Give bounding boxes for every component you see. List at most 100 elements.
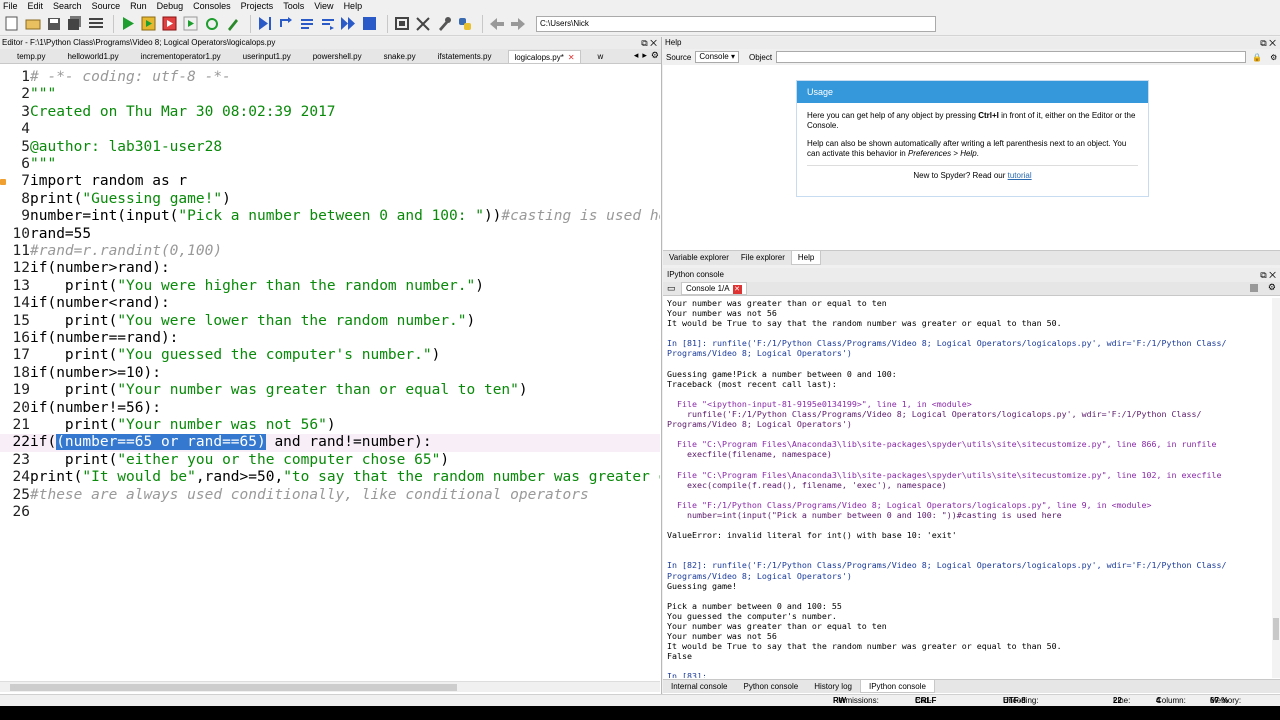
code-line: 15 print("You were lower than the random… bbox=[12, 312, 476, 329]
menu-run[interactable]: Run bbox=[130, 0, 147, 12]
help-title-bar: Help ⧉ ✕ bbox=[663, 37, 1280, 49]
tab-temp[interactable]: temp.py bbox=[12, 50, 50, 63]
warning-marker-icon[interactable] bbox=[0, 179, 6, 186]
menu-consoles[interactable]: Consoles bbox=[193, 0, 231, 12]
console-options-icon[interactable]: ⚙ bbox=[1268, 282, 1276, 293]
pane-controls[interactable]: ⧉ ✕ bbox=[641, 37, 657, 49]
menu-source[interactable]: Source bbox=[92, 0, 121, 12]
tab-file-explorer[interactable]: File explorer bbox=[735, 251, 791, 265]
debug-icon[interactable] bbox=[256, 15, 273, 32]
save-icon[interactable] bbox=[45, 15, 62, 32]
object-input[interactable] bbox=[776, 51, 1247, 63]
open-folder-icon[interactable] bbox=[24, 15, 41, 32]
console-line: Your number was greater than or equal to… bbox=[667, 621, 887, 631]
tutorial-link[interactable]: tutorial bbox=[1008, 171, 1032, 180]
console-line: In [81]: runfile('F:/1/Python Class/Prog… bbox=[667, 338, 1227, 349]
toolbar-separator bbox=[387, 14, 388, 33]
tab-w[interactable]: w bbox=[593, 50, 609, 63]
editor-horizontal-scrollbar[interactable] bbox=[0, 681, 660, 692]
tab-internal-console[interactable]: Internal console bbox=[663, 680, 735, 693]
console-pane: IPython console ⧉ ✕ ▭ Console 1/A ✕ ⚙ You… bbox=[663, 268, 1280, 694]
menu-view[interactable]: View bbox=[314, 0, 333, 12]
save-all-icon[interactable] bbox=[66, 15, 83, 32]
fullscreen-icon[interactable] bbox=[414, 15, 431, 32]
tab-powershell[interactable]: powershell.py bbox=[308, 50, 367, 63]
scrollbar-thumb[interactable] bbox=[1273, 618, 1279, 640]
run-cell-icon[interactable] bbox=[140, 15, 157, 32]
configure-icon[interactable] bbox=[224, 15, 241, 32]
tab-userinput1[interactable]: userinput1.py bbox=[238, 50, 296, 63]
editor-title-bar: Editor - F:\1\Python Class\Programs\Vide… bbox=[0, 37, 661, 49]
tab-scroll-buttons[interactable]: ◂ ▸ ⚙ bbox=[634, 50, 659, 61]
close-tab-icon[interactable]: ✕ bbox=[568, 53, 575, 62]
usage-paragraph-1: Here you can get help of any object by p… bbox=[807, 111, 1138, 131]
new-file-icon[interactable] bbox=[3, 15, 20, 32]
run-cell-advance-icon[interactable] bbox=[161, 15, 178, 32]
browse-tabs-icon[interactable]: ▭ bbox=[667, 283, 676, 294]
scrollbar-thumb[interactable] bbox=[10, 684, 457, 691]
step-icon[interactable] bbox=[277, 15, 294, 32]
python-path-icon[interactable] bbox=[456, 15, 473, 32]
stop-kernel-icon[interactable] bbox=[1250, 284, 1258, 292]
code-line: 6""" bbox=[21, 156, 57, 172]
tab-variable-explorer[interactable]: Variable explorer bbox=[663, 251, 735, 265]
tab-scroll-left-icon[interactable]: ◂ bbox=[634, 50, 639, 61]
source-select[interactable]: Console ▾ bbox=[695, 51, 739, 63]
tab-help[interactable]: Help bbox=[790, 251, 822, 265]
column-label: Column: bbox=[1156, 696, 1186, 705]
console-line: In [82]: runfile('F:/1/Python Class/Prog… bbox=[667, 560, 1227, 571]
stop-icon[interactable] bbox=[361, 15, 378, 32]
list-icon[interactable] bbox=[87, 15, 104, 32]
tab-history-log[interactable]: History log bbox=[806, 680, 860, 693]
menu-help[interactable]: Help bbox=[344, 0, 363, 12]
permissions-label: Permissions: bbox=[833, 696, 879, 705]
close-console-icon[interactable]: ✕ bbox=[732, 285, 742, 294]
rerun-icon[interactable] bbox=[203, 15, 220, 32]
menu-tools[interactable]: Tools bbox=[283, 0, 304, 12]
run-icon[interactable] bbox=[119, 15, 136, 32]
continue-icon[interactable] bbox=[340, 15, 357, 32]
tab-menu-icon[interactable]: ⚙ bbox=[651, 50, 659, 61]
code-line: 26 bbox=[12, 504, 30, 520]
usage-box: Usage Here you can get help of any objec… bbox=[796, 80, 1149, 197]
tab-snake[interactable]: snake.py bbox=[379, 50, 421, 63]
working-directory-input[interactable]: C:\Users\Nick bbox=[536, 15, 936, 32]
menu-edit[interactable]: Edit bbox=[28, 0, 44, 12]
menu-file[interactable]: File bbox=[3, 0, 18, 12]
code-line: 7import random as r bbox=[0, 173, 660, 190]
options-icon[interactable]: ⚙ bbox=[1270, 53, 1277, 62]
pane-controls[interactable]: ⧉ ✕ bbox=[1260, 268, 1276, 282]
tab-logicalops[interactable]: logicalops.py* ✕ bbox=[508, 50, 581, 63]
console-line: It would be True to say that the random … bbox=[667, 318, 1062, 329]
pane-controls[interactable]: ⧉ ✕ bbox=[1260, 37, 1276, 49]
status-bar: Permissions: RW End-of-lines: CRLF Encod… bbox=[0, 694, 1280, 720]
code-line: 3Created on Thu Mar 30 08:02:39 2017 bbox=[21, 103, 336, 120]
step-into-icon[interactable] bbox=[298, 15, 315, 32]
menu-debug[interactable]: Debug bbox=[157, 0, 184, 12]
tab-ipython-console[interactable]: IPython console bbox=[859, 680, 935, 693]
tab-ifstatements[interactable]: ifstatements.py bbox=[433, 50, 497, 63]
console-output[interactable]: Your number was greater than or equal to… bbox=[667, 298, 1265, 678]
run-selection-icon[interactable] bbox=[182, 15, 199, 32]
preferences-icon[interactable] bbox=[435, 15, 452, 32]
forward-arrow-icon[interactable] bbox=[509, 15, 526, 32]
source-label: Source bbox=[666, 52, 692, 62]
code-editor[interactable]: 1# -*- coding: utf-8 -*- 2""" 3Created o… bbox=[0, 66, 660, 662]
tab-scroll-right-icon[interactable]: ▸ bbox=[642, 50, 647, 61]
back-arrow-icon[interactable] bbox=[488, 15, 505, 32]
tab-helloworld1[interactable]: helloworld1.py bbox=[62, 50, 123, 63]
step-return-icon[interactable] bbox=[319, 15, 336, 32]
tab-incrementoperator1[interactable]: incrementoperator1.py bbox=[136, 50, 226, 63]
tab-python-console[interactable]: Python console bbox=[735, 680, 806, 693]
menu-projects[interactable]: Projects bbox=[241, 0, 274, 12]
maximize-pane-icon[interactable] bbox=[393, 15, 410, 32]
source-select-value: Console bbox=[699, 52, 729, 61]
console-line: Programs/Video 8; Logical Operators') bbox=[667, 348, 852, 359]
tab-console-1a[interactable]: Console 1/A ✕ bbox=[681, 282, 747, 295]
menu-search[interactable]: Search bbox=[53, 0, 82, 12]
lock-icon[interactable]: 🔒 bbox=[1252, 53, 1262, 62]
console-vertical-scrollbar[interactable] bbox=[1272, 298, 1280, 678]
